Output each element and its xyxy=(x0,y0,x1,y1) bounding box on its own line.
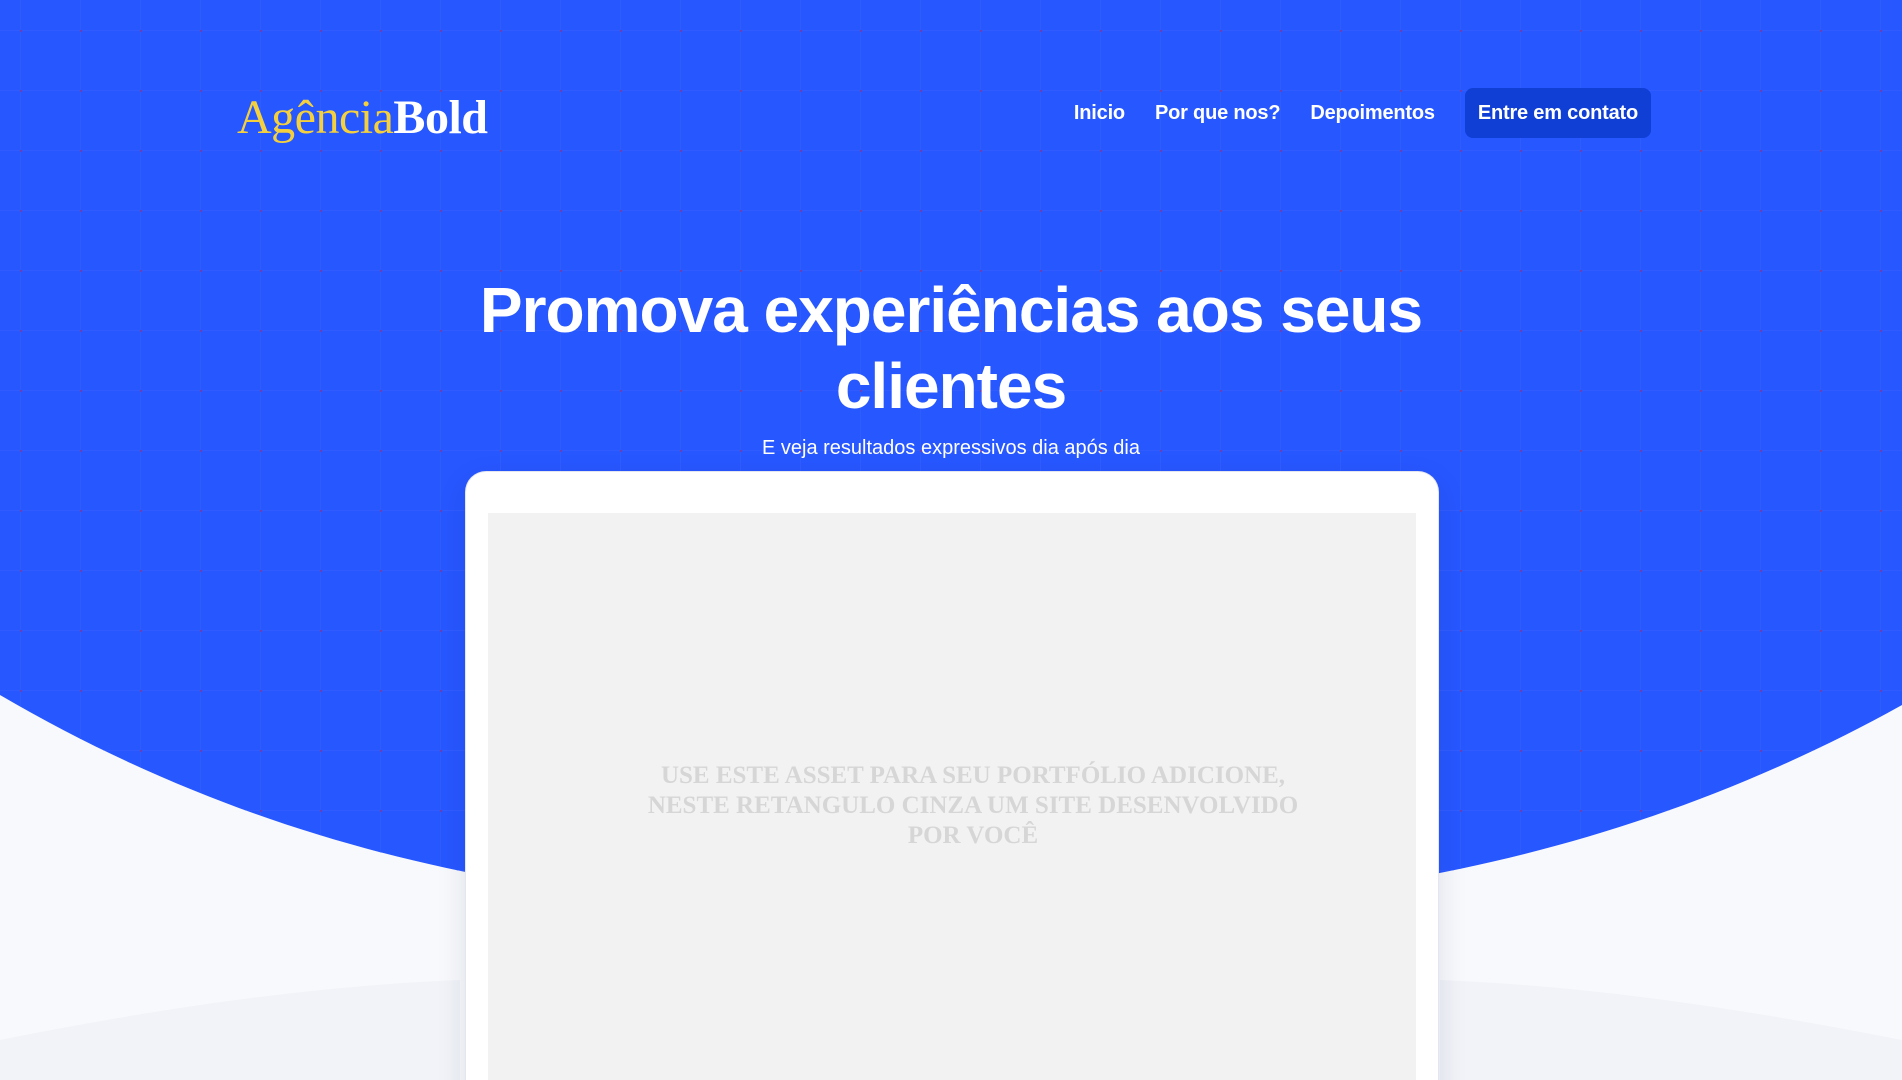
brand-logo[interactable]: AgênciaBold xyxy=(237,86,488,150)
brand-name-part2: Bold xyxy=(393,91,488,144)
nav-item-depoimentos[interactable]: Depoimentos xyxy=(1310,102,1435,125)
main-nav: Inicio Por que nos? Depoimentos Entre em… xyxy=(1044,88,1651,138)
device-mockup: USE ESTE ASSET PARA SEU PORTFÓLIO ADICIO… xyxy=(466,472,1438,1080)
mockup-screen: USE ESTE ASSET PARA SEU PORTFÓLIO ADICIO… xyxy=(488,513,1416,1080)
brand-name-part1: Agência xyxy=(237,91,394,144)
contact-button[interactable]: Entre em contato xyxy=(1464,88,1651,138)
hero-title: Promova experiências aos seus clientes xyxy=(479,274,1423,422)
landing-page: AgênciaBold Inicio Por que nos? Depoimen… xyxy=(0,0,1902,1080)
hero-subtitle: E veja resultados expressivos dia após d… xyxy=(762,437,1140,459)
mockup-placeholder-text: USE ESTE ASSET PARA SEU PORTFÓLIO ADICIO… xyxy=(647,762,1299,849)
site-header: AgênciaBold Inicio Por que nos? Depoimen… xyxy=(237,86,1651,144)
nav-item-inicio[interactable]: Inicio xyxy=(1074,102,1125,125)
nav-item-por-que-nos[interactable]: Por que nos? xyxy=(1155,102,1281,125)
